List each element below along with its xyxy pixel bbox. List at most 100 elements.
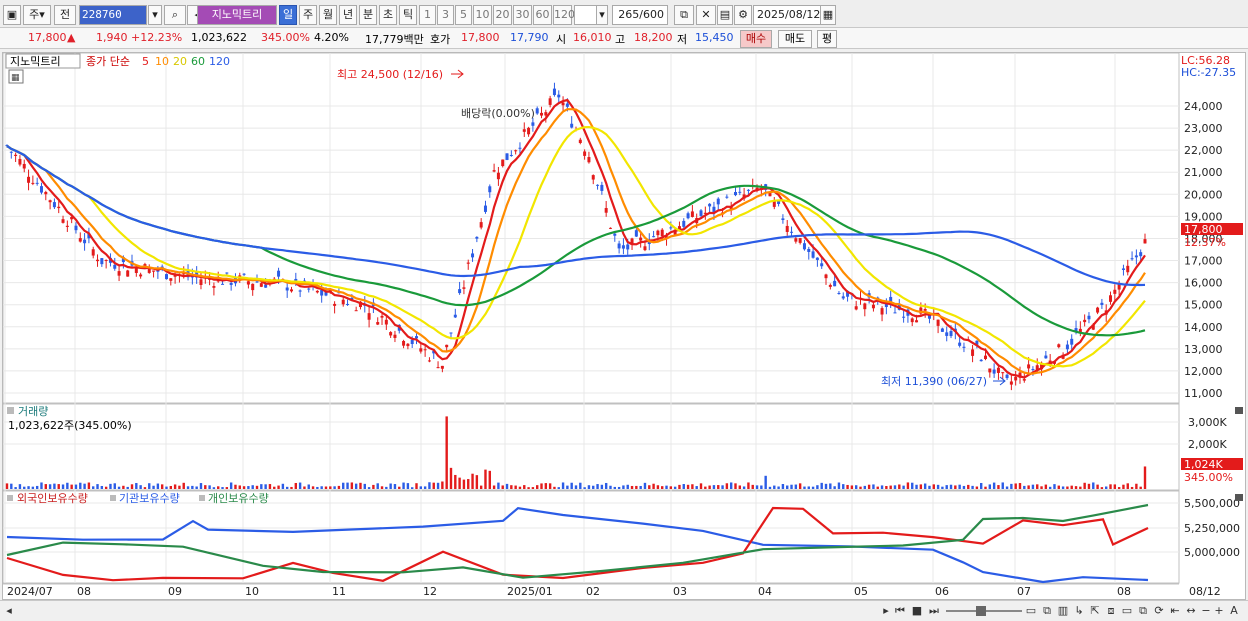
- candle-body: [389, 332, 393, 336]
- candle-body: [824, 274, 828, 279]
- layout3-icon[interactable]: ▥: [1056, 603, 1070, 619]
- holding-panel-icon[interactable]: [7, 495, 13, 501]
- volume-bar: [126, 486, 129, 489]
- save-icon[interactable]: ▤: [717, 5, 733, 25]
- volume-bar: [829, 483, 832, 489]
- candle-body: [251, 283, 255, 291]
- volume-bar: [846, 484, 849, 489]
- candle-body: [285, 287, 289, 291]
- type1-select[interactable]: 주▾: [23, 5, 51, 25]
- volume-bar: [432, 482, 435, 489]
- candle-body: [22, 163, 26, 169]
- minus-icon[interactable]: −: [1200, 603, 1212, 619]
- volume-bar: [600, 484, 604, 489]
- period-tab-tick[interactable]: 틱: [399, 5, 417, 25]
- stock-name-label[interactable]: 지노믹트리: [197, 5, 277, 25]
- minute-btn-120[interactable]: 120: [553, 5, 575, 25]
- volume-bar: [406, 483, 410, 489]
- minute-btn-1[interactable]: 1: [419, 5, 436, 25]
- volume-bar: [458, 477, 461, 489]
- custom-period-dropdown-icon[interactable]: ▾: [596, 5, 608, 25]
- layout4-icon[interactable]: ↳: [1072, 603, 1086, 619]
- layout5-icon[interactable]: ⇱: [1088, 603, 1102, 619]
- volume-bar: [570, 482, 573, 489]
- volume-tick-label: 3,000K: [1188, 416, 1227, 429]
- buy-button[interactable]: 매수: [740, 30, 772, 48]
- layout6-icon[interactable]: ⧈: [1104, 603, 1118, 619]
- period-tab-second[interactable]: 초: [379, 5, 397, 25]
- chart-canvas[interactable]: 24,00023,00022,00021,00020,00019,00018,0…: [2, 52, 1247, 601]
- zoom-handle[interactable]: [976, 606, 986, 616]
- crosshair-icon[interactable]: ✕: [696, 5, 716, 25]
- volume-panel-close-icon[interactable]: [1235, 407, 1243, 414]
- minute-btn-60[interactable]: 60: [533, 5, 552, 25]
- candle-body: [445, 344, 449, 348]
- minute-btn-10[interactable]: 10: [473, 5, 492, 25]
- stop-icon[interactable]: ■: [910, 603, 924, 619]
- eval-button[interactable]: 평: [817, 30, 837, 48]
- candle-body: [410, 339, 414, 345]
- volume-bar: [5, 483, 9, 489]
- code-dropdown-icon[interactable]: ▾: [148, 5, 162, 25]
- scroll-left-icon[interactable]: ◂: [3, 603, 15, 619]
- volume-bar: [958, 484, 961, 489]
- candle-body: [923, 309, 927, 311]
- holding-tick-label: 5,000,000: [1184, 546, 1240, 559]
- type2-select[interactable]: 전: [54, 5, 76, 25]
- candle-type-icon[interactable]: ⧉: [674, 5, 694, 25]
- volume-bar: [505, 483, 509, 489]
- sell-button[interactable]: 매도: [778, 30, 812, 48]
- candle-body: [1109, 295, 1113, 302]
- layout8-icon[interactable]: ⧉: [1136, 603, 1150, 619]
- gear-icon[interactable]: ⚙: [734, 5, 752, 25]
- candle-body: [794, 238, 798, 242]
- data-count-field[interactable]: 265/600: [612, 5, 668, 25]
- layout2-icon[interactable]: ⧉: [1040, 603, 1054, 619]
- first-page-icon[interactable]: ⏮: [893, 603, 907, 619]
- minute-btn-5[interactable]: 5: [455, 5, 472, 25]
- volume-bar: [109, 483, 112, 489]
- stock-code-input[interactable]: 228760: [79, 5, 147, 25]
- volume-bar: [583, 487, 586, 489]
- candle-body: [1126, 265, 1130, 273]
- volume-bar: [872, 484, 875, 489]
- volume-panel-icon[interactable]: [7, 407, 14, 414]
- minute-btn-3[interactable]: 3: [437, 5, 454, 25]
- candle-body: [940, 328, 944, 332]
- scroll-right-icon[interactable]: ▸: [880, 603, 892, 619]
- x-tick-label: 12: [423, 585, 437, 598]
- period-tab-day[interactable]: 일: [279, 5, 297, 25]
- volume-bar: [160, 484, 164, 489]
- volume-bar: [553, 486, 556, 489]
- period-tab-minute[interactable]: 분: [359, 5, 377, 25]
- period-tab-year[interactable]: 년: [339, 5, 357, 25]
- calendar-icon[interactable]: ▦: [820, 5, 836, 25]
- search-icon[interactable]: ⌕: [164, 5, 186, 25]
- candle-body: [14, 154, 18, 156]
- zoom-out-arrow-icon[interactable]: ↔: [1184, 603, 1198, 619]
- period-tab-week[interactable]: 주: [299, 5, 317, 25]
- auto-scale-icon[interactable]: A: [1227, 603, 1241, 619]
- last-page-icon[interactable]: ⏭: [927, 603, 941, 619]
- scroll-bar[interactable]: ◂ ▸ ⏮ ■ ⏭ ▭ ⧉ ▥ ↳ ⇱ ⧈ ▭ ⧉ ⟳ ⇤ ↔ − + A: [0, 600, 1248, 621]
- volume-current-pct: 345.00%: [1184, 471, 1233, 484]
- volume-bar: [18, 484, 22, 489]
- plus-icon[interactable]: +: [1213, 603, 1225, 619]
- candle-body: [449, 332, 453, 334]
- holding-panel-close-icon[interactable]: [1235, 494, 1243, 501]
- chart-area[interactable]: 24,000 23,000 22,000 21,000 20,000 19,000 18,0…: [2, 52, 1246, 600]
- zoom-slider[interactable]: [946, 603, 1022, 619]
- chart-menu-icon[interactable]: ▣: [3, 5, 21, 25]
- volume-value: 1,023,622: [191, 31, 247, 44]
- layout9-icon[interactable]: ⟳: [1152, 603, 1166, 619]
- volume-bar: [1135, 483, 1138, 489]
- date-field[interactable]: 2025/08/12: [753, 5, 821, 25]
- minute-btn-20[interactable]: 20: [493, 5, 512, 25]
- candle-body: [65, 225, 69, 227]
- period-tab-month[interactable]: 월: [319, 5, 337, 25]
- ma-120-label: 120: [209, 55, 230, 68]
- layout7-icon[interactable]: ▭: [1120, 603, 1134, 619]
- layout1-icon[interactable]: ▭: [1024, 603, 1038, 619]
- minute-btn-30[interactable]: 30: [513, 5, 532, 25]
- layout10-icon[interactable]: ⇤: [1168, 603, 1182, 619]
